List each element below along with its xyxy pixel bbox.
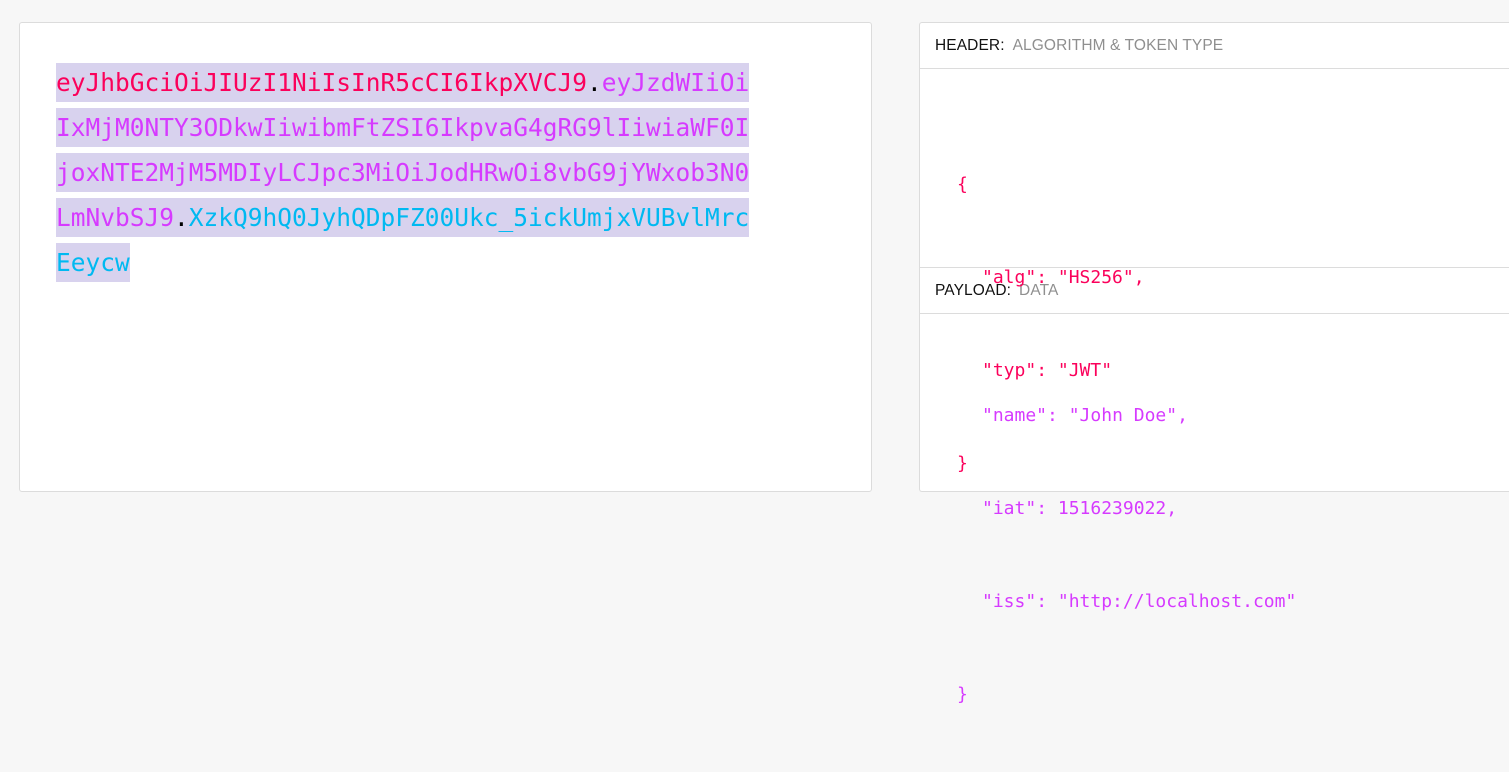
json-line-iss: "iss": "http://localhost.com" bbox=[957, 586, 1296, 617]
token-separator: . bbox=[174, 198, 189, 237]
json-key: "iat" bbox=[982, 498, 1037, 519]
json-value: "http://localhost.com" bbox=[1057, 591, 1297, 612]
json-key: "alg" bbox=[982, 267, 1037, 288]
payload-json-editor[interactable]: "name": "John Doe", "iat": 1516239022, "… bbox=[920, 314, 1509, 705]
json-close-brace: } bbox=[957, 684, 968, 705]
json-value: 1516239022 bbox=[1057, 498, 1167, 519]
json-trail: , bbox=[1166, 498, 1178, 519]
header-json-editor[interactable]: { "alg": "HS256", "typ": "JWT" } bbox=[920, 69, 1509, 474]
header-label: HEADER: bbox=[935, 36, 1005, 54]
json-value: "John Doe" bbox=[1068, 405, 1178, 426]
json-key: "iss" bbox=[982, 591, 1037, 612]
token-header-segment: eyJhbGciOiJIUzI1NiIsInR5cCI6IkpXVCJ9 bbox=[56, 63, 588, 102]
json-sep: : bbox=[1036, 591, 1058, 612]
json-open-brace: { bbox=[957, 174, 968, 195]
header-sublabel: ALGORITHM & TOKEN TYPE bbox=[1012, 36, 1224, 54]
decoded-panel: HEADER: ALGORITHM & TOKEN TYPE { "alg": … bbox=[919, 22, 1509, 705]
json-trail: , bbox=[1177, 405, 1188, 426]
json-sep: : bbox=[1036, 498, 1058, 519]
json-key: "name" bbox=[982, 405, 1048, 426]
token-separator: . bbox=[587, 63, 602, 102]
encoded-token-panel: eyJhbGciOiJIUzI1NiIsInR5cCI6IkpXVCJ9.eyJ… bbox=[19, 22, 872, 492]
json-sep: : bbox=[1036, 267, 1058, 288]
json-sep: : bbox=[1047, 405, 1069, 426]
encoded-token-textarea[interactable]: eyJhbGciOiJIUzI1NiIsInR5cCI6IkpXVCJ9.eyJ… bbox=[56, 60, 761, 285]
json-value: "HS256" bbox=[1057, 267, 1134, 288]
json-trail: , bbox=[1133, 267, 1145, 288]
payload-json: "name": "John Doe", "iat": 1516239022, "… bbox=[957, 338, 1296, 772]
json-line-iat: "iat": 1516239022, bbox=[957, 493, 1296, 524]
json-line-name: "name": "John Doe", bbox=[957, 400, 1296, 431]
json-line-alg: "alg": "HS256", bbox=[957, 262, 1145, 293]
header-section-title: HEADER: ALGORITHM & TOKEN TYPE bbox=[920, 23, 1509, 69]
